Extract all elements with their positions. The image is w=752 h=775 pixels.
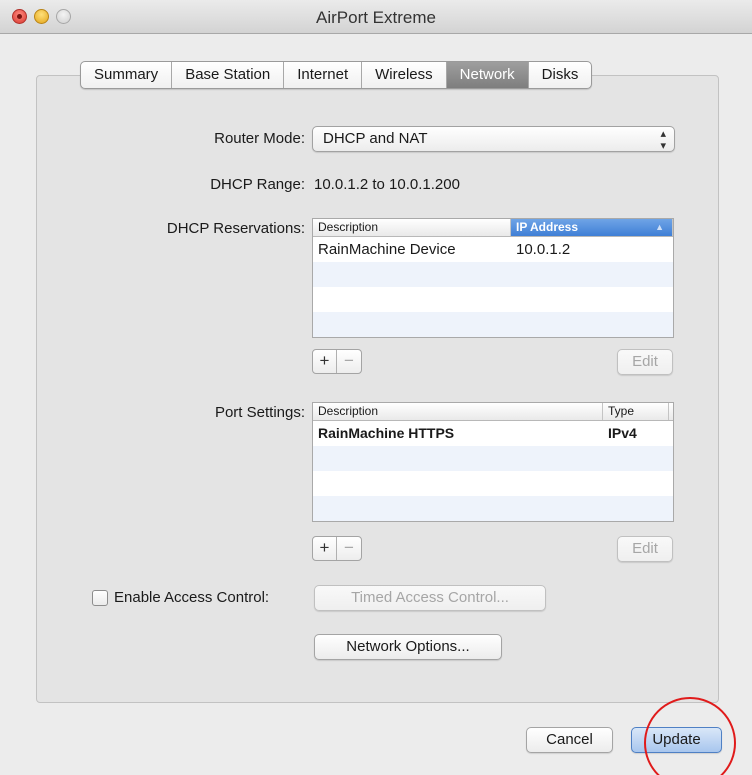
empty-table-row [313, 287, 673, 312]
cancel-button[interactable]: Cancel [526, 727, 613, 753]
column-header-ip-address[interactable]: IP Address ▲ [511, 219, 673, 236]
dhcp-reservations-label: DHCP Reservations: [166, 220, 305, 237]
timed-access-control-button[interactable]: Timed Access Control... [314, 585, 546, 611]
column-header-ip-address-label: IP Address [516, 220, 579, 234]
title-bar[interactable]: AirPort Extreme [0, 0, 752, 34]
tab-internet[interactable]: Internet [284, 62, 363, 88]
tab-wireless[interactable]: Wireless [362, 62, 447, 88]
column-header-description[interactable]: Description [313, 403, 603, 420]
dhcp-reservations-add-remove: + − [312, 349, 362, 374]
dhcp-range-label: DHCP Range: [210, 176, 305, 193]
table-row[interactable]: RainMachine Device 10.0.1.2 [313, 237, 673, 262]
add-reservation-button[interactable]: + [313, 350, 337, 373]
port-description: RainMachine HTTPS [318, 425, 455, 441]
airport-extreme-window: AirPort Extreme Summary Base Station Int… [0, 0, 752, 775]
router-mode-value: DHCP and NAT [323, 130, 428, 147]
empty-table-row [313, 496, 673, 521]
reservation-description: RainMachine Device [318, 241, 456, 258]
empty-table-row [313, 312, 673, 337]
tab-base-station[interactable]: Base Station [172, 62, 285, 88]
annotation-circle [644, 697, 736, 775]
tab-disks[interactable]: Disks [529, 62, 592, 88]
port-settings-table[interactable]: Description Type RainMachine HTTPS IPv4 [312, 402, 674, 522]
port-settings-label: Port Settings: [214, 404, 305, 421]
port-settings-add-remove: + − [312, 536, 362, 561]
reservation-ip: 10.0.1.2 [516, 241, 571, 258]
network-options-button[interactable]: Network Options... [314, 634, 502, 660]
sort-ascending-icon: ▲ [655, 222, 664, 232]
tab-bar: Summary Base Station Internet Wireless N… [80, 61, 593, 89]
tab-network[interactable]: Network [446, 62, 529, 88]
tab-summary[interactable]: Summary [81, 62, 173, 88]
table-header: Description IP Address ▲ [313, 219, 673, 237]
port-type: IPv4 [608, 425, 637, 441]
empty-table-row [313, 471, 673, 496]
remove-port-button[interactable]: − [337, 537, 361, 560]
edit-port-button[interactable]: Edit [617, 536, 673, 562]
column-header-type[interactable]: Type [603, 403, 669, 420]
edit-reservation-button[interactable]: Edit [617, 349, 673, 375]
remove-reservation-button[interactable]: − [337, 350, 361, 373]
column-header-description[interactable]: Description [313, 219, 511, 236]
dhcp-range-value: 10.0.1.2 to 10.0.1.200 [314, 176, 460, 193]
window-title: AirPort Extreme [316, 8, 436, 27]
table-row[interactable]: RainMachine HTTPS IPv4 [313, 421, 673, 446]
empty-table-row [313, 446, 673, 471]
popup-arrows-icon: ▴ ▾ [660, 128, 666, 152]
table-header: Description Type [313, 403, 673, 421]
router-mode-popup[interactable]: DHCP and NAT ▴ ▾ [312, 126, 675, 152]
enable-access-control-label[interactable]: Enable Access Control: [114, 589, 269, 606]
enable-access-control-checkbox[interactable] [92, 590, 108, 606]
add-port-button[interactable]: + [313, 537, 337, 560]
router-mode-label: Router Mode: [214, 130, 305, 147]
empty-table-row [313, 262, 673, 287]
dhcp-reservations-table[interactable]: Description IP Address ▲ RainMachine Dev… [312, 218, 674, 338]
